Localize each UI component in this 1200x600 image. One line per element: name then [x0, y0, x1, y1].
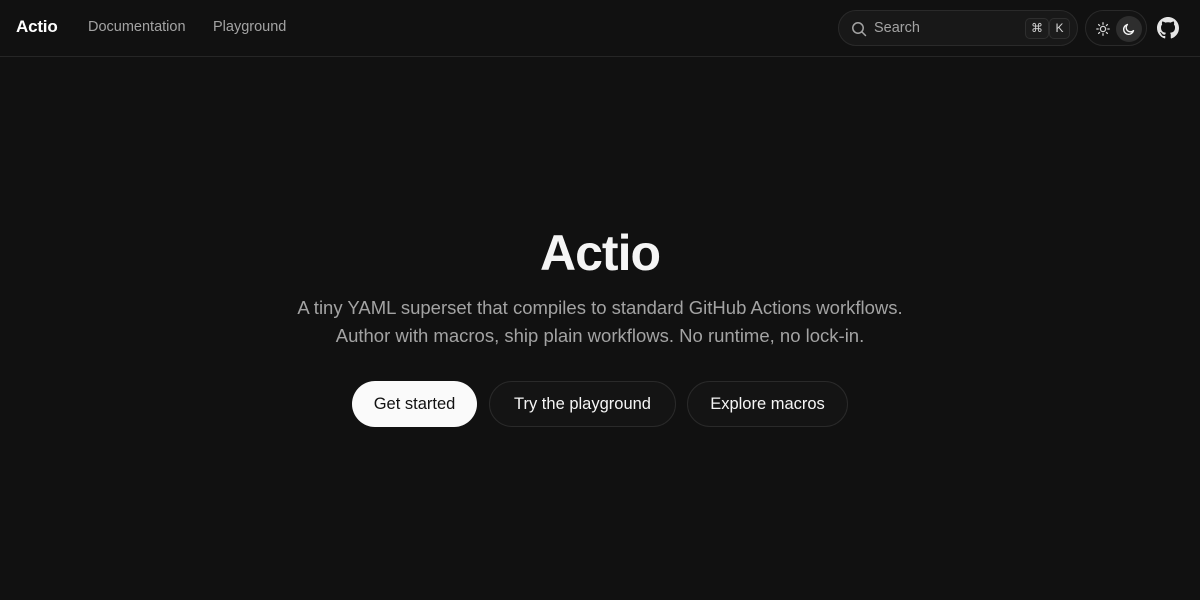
github-icon[interactable] [1157, 17, 1179, 39]
search-placeholder: Search [874, 20, 920, 36]
dark-theme-button[interactable] [1116, 16, 1142, 42]
site-logo[interactable]: Actio [16, 17, 58, 37]
theme-toggle [1085, 10, 1147, 46]
hero-title: Actio [540, 225, 661, 281]
shortcut-mod-key: ⌘ [1025, 18, 1049, 39]
try-playground-button[interactable]: Try the playground [489, 381, 676, 427]
search-box[interactable]: Search ⌘ K [838, 10, 1078, 46]
top-navbar: Actio Documentation Playground Search ⌘ … [0, 0, 1200, 57]
hero-subtitle-line-2: Author with macros, ship plain workflows… [335, 325, 865, 346]
nav-link-documentation[interactable]: Documentation [88, 19, 186, 35]
nav-link-playground[interactable]: Playground [213, 19, 286, 35]
light-theme-button[interactable] [1090, 16, 1116, 42]
explore-macros-button[interactable]: Explore macros [687, 381, 848, 427]
search-icon [852, 22, 867, 37]
hero-subtitle-line-1: A tiny YAML superset that compiles to st… [297, 297, 903, 318]
shortcut-k-key: K [1049, 18, 1070, 39]
moon-icon [1122, 23, 1135, 36]
get-started-button[interactable]: Get started [352, 381, 477, 427]
sun-icon [1096, 22, 1110, 36]
